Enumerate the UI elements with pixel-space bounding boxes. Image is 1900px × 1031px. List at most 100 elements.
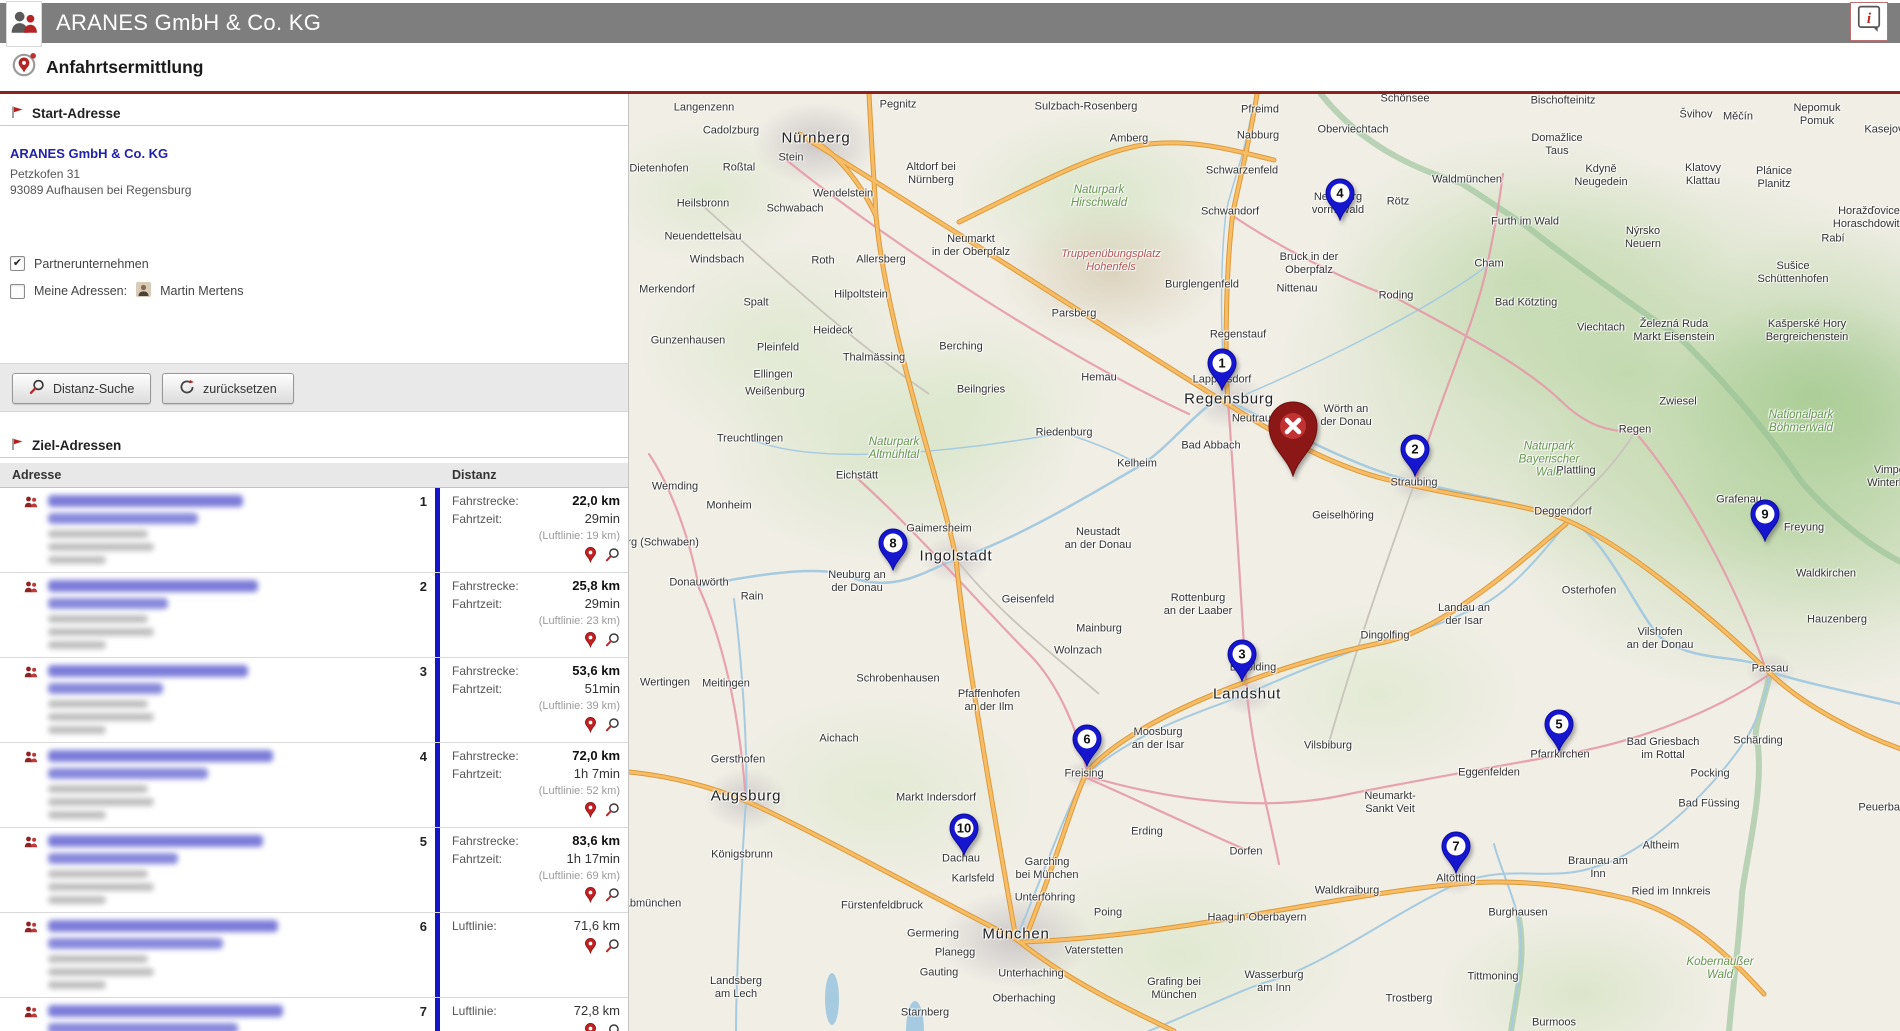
- page-title: Anfahrtsermittlung: [46, 43, 204, 91]
- distance-cell: Fahrstrecke:25,8 kmFahrtzeit:29min(Luftl…: [435, 573, 628, 657]
- destination-sublink-blurred[interactable]: [48, 938, 223, 949]
- company-link[interactable]: ARANES GmbH & Co. KG: [10, 146, 191, 161]
- sidebar: Start-Adresse ARANES GmbH & Co. KG Petzk…: [0, 94, 628, 1031]
- address-line-blurred: [48, 811, 106, 819]
- detail-magnifier-icon[interactable]: [605, 1023, 620, 1031]
- flag-icon: [10, 437, 24, 454]
- distance-search-button[interactable]: Distanz-Suche: [12, 373, 151, 404]
- destination-number: 5: [401, 828, 435, 912]
- destination-sublink-blurred[interactable]: [48, 598, 168, 609]
- reset-button[interactable]: zurücksetzen: [162, 373, 294, 404]
- my-addresses-label: Meine Adressen:: [34, 284, 127, 298]
- distance-cell: Fahrstrecke:22,0 kmFahrtzeit:29min(Luftl…: [435, 488, 628, 572]
- fahrtzeit-label: Fahrtzeit:: [452, 850, 502, 868]
- address-line-blurred: [48, 785, 148, 793]
- company-people-icon: [24, 496, 39, 513]
- detail-magnifier-icon[interactable]: [605, 717, 620, 733]
- destination-number: 2: [401, 573, 435, 657]
- show-on-map-pin-icon[interactable]: [584, 547, 597, 563]
- fahrstrecke-value: 25,8 km: [572, 577, 620, 595]
- address-line-blurred: [48, 615, 148, 623]
- distance-cell: Luftlinie:71,6 km: [435, 913, 628, 997]
- destination-link-blurred[interactable]: [48, 920, 278, 932]
- address-line-blurred: [48, 713, 154, 721]
- detail-magnifier-icon[interactable]: [605, 547, 620, 563]
- destination-sublink-blurred[interactable]: [48, 683, 163, 694]
- destination-row: 1Fahrstrecke:22,0 kmFahrtzeit:29min(Luft…: [0, 488, 628, 573]
- luftlinie-note: (Luftlinie: 52 km): [452, 783, 620, 799]
- destination-sublink-blurred[interactable]: [48, 853, 178, 864]
- city-line: 93089 Aufhausen bei Regensburg: [10, 182, 191, 198]
- svg-text:5: 5: [1555, 717, 1562, 732]
- fahrtzeit-label: Fahrtzeit:: [452, 765, 502, 783]
- address-line-blurred: [48, 700, 148, 708]
- show-on-map-pin-icon[interactable]: [584, 1023, 597, 1031]
- svg-text:6: 6: [1083, 732, 1090, 747]
- destination-link-blurred[interactable]: [48, 665, 248, 677]
- route-pin-icon: [10, 51, 38, 79]
- destination-row: 7Luftlinie:72,8 km: [0, 998, 628, 1031]
- distance-cell: Fahrstrecke:53,6 kmFahrtzeit:51min(Luftl…: [435, 658, 628, 742]
- svg-text:7: 7: [1452, 839, 1459, 854]
- info-icon: i: [1857, 5, 1881, 38]
- luftlinie-value: 72,8 km: [574, 1002, 620, 1020]
- show-on-map-pin-icon[interactable]: [584, 802, 597, 818]
- show-on-map-pin-icon[interactable]: [584, 632, 597, 648]
- address-line-blurred: [48, 798, 154, 806]
- svg-text:10: 10: [957, 821, 971, 836]
- company-people-icon: [24, 666, 39, 683]
- company-people-icon: [24, 836, 39, 853]
- destination-link-blurred[interactable]: [48, 495, 243, 507]
- show-on-map-pin-icon[interactable]: [584, 717, 597, 733]
- destination-link-blurred[interactable]: [48, 580, 258, 592]
- company-people-icon: [24, 751, 39, 768]
- show-on-map-pin-icon[interactable]: [584, 938, 597, 954]
- address-line-blurred: [48, 726, 106, 734]
- company-people-icon: [24, 921, 39, 938]
- svg-text:3: 3: [1238, 647, 1245, 662]
- fahrstrecke-label: Fahrstrecke:: [452, 577, 519, 595]
- destination-sublink-blurred[interactable]: [48, 768, 208, 779]
- address-line-blurred: [48, 981, 106, 989]
- distance-cell: Fahrstrecke:83,6 kmFahrtzeit:1h 17min(Lu…: [435, 828, 628, 912]
- detail-magnifier-icon[interactable]: [605, 632, 620, 648]
- partner-checkbox[interactable]: ✔: [10, 256, 25, 271]
- svg-text:9: 9: [1761, 507, 1768, 522]
- luftlinie-label: Luftlinie:: [452, 917, 497, 935]
- company-people-icon: [24, 1006, 39, 1023]
- detail-magnifier-icon[interactable]: [605, 938, 620, 954]
- destination-link-blurred[interactable]: [48, 835, 263, 847]
- people-icon: [10, 9, 38, 40]
- destination-number: 4: [401, 743, 435, 827]
- detail-magnifier-icon[interactable]: [605, 887, 620, 903]
- column-address: Adresse: [12, 468, 61, 482]
- street-line: Petzkofen 31: [10, 166, 191, 182]
- fahrtzeit-value: 29min: [585, 510, 620, 528]
- map[interactable]: LangenzennCadolzburgNürnbergPegnitzDiete…: [628, 94, 1900, 1031]
- destinations-title: Ziel-Adressen: [32, 438, 121, 453]
- show-on-map-pin-icon[interactable]: [584, 887, 597, 903]
- address-line-blurred: [48, 543, 154, 551]
- destinations-table: 1Fahrstrecke:22,0 kmFahrtzeit:29min(Luft…: [0, 488, 628, 1031]
- refresh-icon: [179, 379, 195, 398]
- info-button[interactable]: i: [1850, 2, 1888, 41]
- luftlinie-label: Luftlinie:: [452, 1002, 497, 1020]
- destination-link-blurred[interactable]: [48, 750, 273, 762]
- destination-sublink-blurred[interactable]: [48, 1023, 238, 1031]
- fahrstrecke-value: 72,0 km: [572, 747, 620, 765]
- partner-checkbox-row: ✔ Partnerunternehmen: [10, 256, 149, 271]
- magnifier-icon: [29, 379, 45, 398]
- my-addresses-checkbox[interactable]: [10, 284, 25, 299]
- destination-row: 4Fahrstrecke:72,0 kmFahrtzeit:1h 7min(Lu…: [0, 743, 628, 828]
- fahrstrecke-label: Fahrstrecke:: [452, 662, 519, 680]
- app-header: ARANES GmbH & Co. KG: [0, 3, 1900, 43]
- detail-magnifier-icon[interactable]: [605, 802, 620, 818]
- destination-row: 5Fahrstrecke:83,6 kmFahrtzeit:1h 17min(L…: [0, 828, 628, 913]
- button-strip: Distanz-Suche zurücksetzen: [0, 363, 628, 412]
- address-line-blurred: [48, 870, 148, 878]
- destination-link-blurred[interactable]: [48, 1005, 283, 1017]
- destination-sublink-blurred[interactable]: [48, 513, 198, 524]
- fahrstrecke-value: 53,6 km: [572, 662, 620, 680]
- address-line-blurred: [48, 968, 154, 976]
- app-logo[interactable]: [6, 1, 42, 47]
